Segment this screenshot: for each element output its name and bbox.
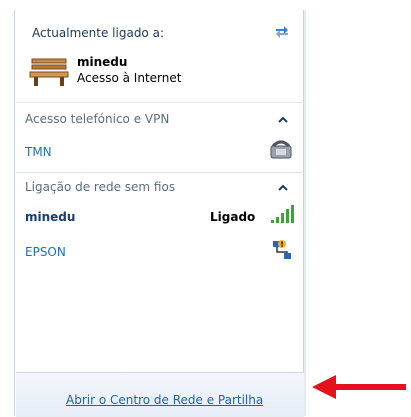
connection-status-label: Ligado [210,210,256,224]
refresh-icon[interactable] [273,23,291,41]
network-flyout: Actualmente ligado a: minedu Acesso à In… [14,10,306,417]
connected-header: Actualmente ligado a: [32,26,164,40]
divider [16,102,304,103]
open-network-center-link[interactable]: Abrir o Centro de Rede e Partilha [66,393,263,407]
footer-bar: Abrir o Centro de Rede e Partilha [16,372,304,417]
network-item-tmn[interactable]: TMN [25,145,52,159]
current-network-status: Acesso à Internet [77,71,182,85]
current-network-name: minedu [77,55,128,69]
phone-modem-icon [270,140,292,159]
divider [16,172,304,173]
adhoc-network-icon [273,240,291,259]
bench-network-icon [29,58,69,86]
signal-strength-icon [271,205,294,223]
red-arrow-annotation [312,375,406,399]
section-title-wireless: Ligação de rede sem fios [25,180,176,194]
network-item-epson[interactable]: EPSON [25,245,66,259]
network-item-minedu[interactable]: minedu [25,210,75,224]
chevron-up-icon[interactable] [277,116,289,124]
section-title-dialup-vpn: Acesso telefónico e VPN [25,112,170,126]
chevron-up-icon[interactable] [277,184,289,192]
